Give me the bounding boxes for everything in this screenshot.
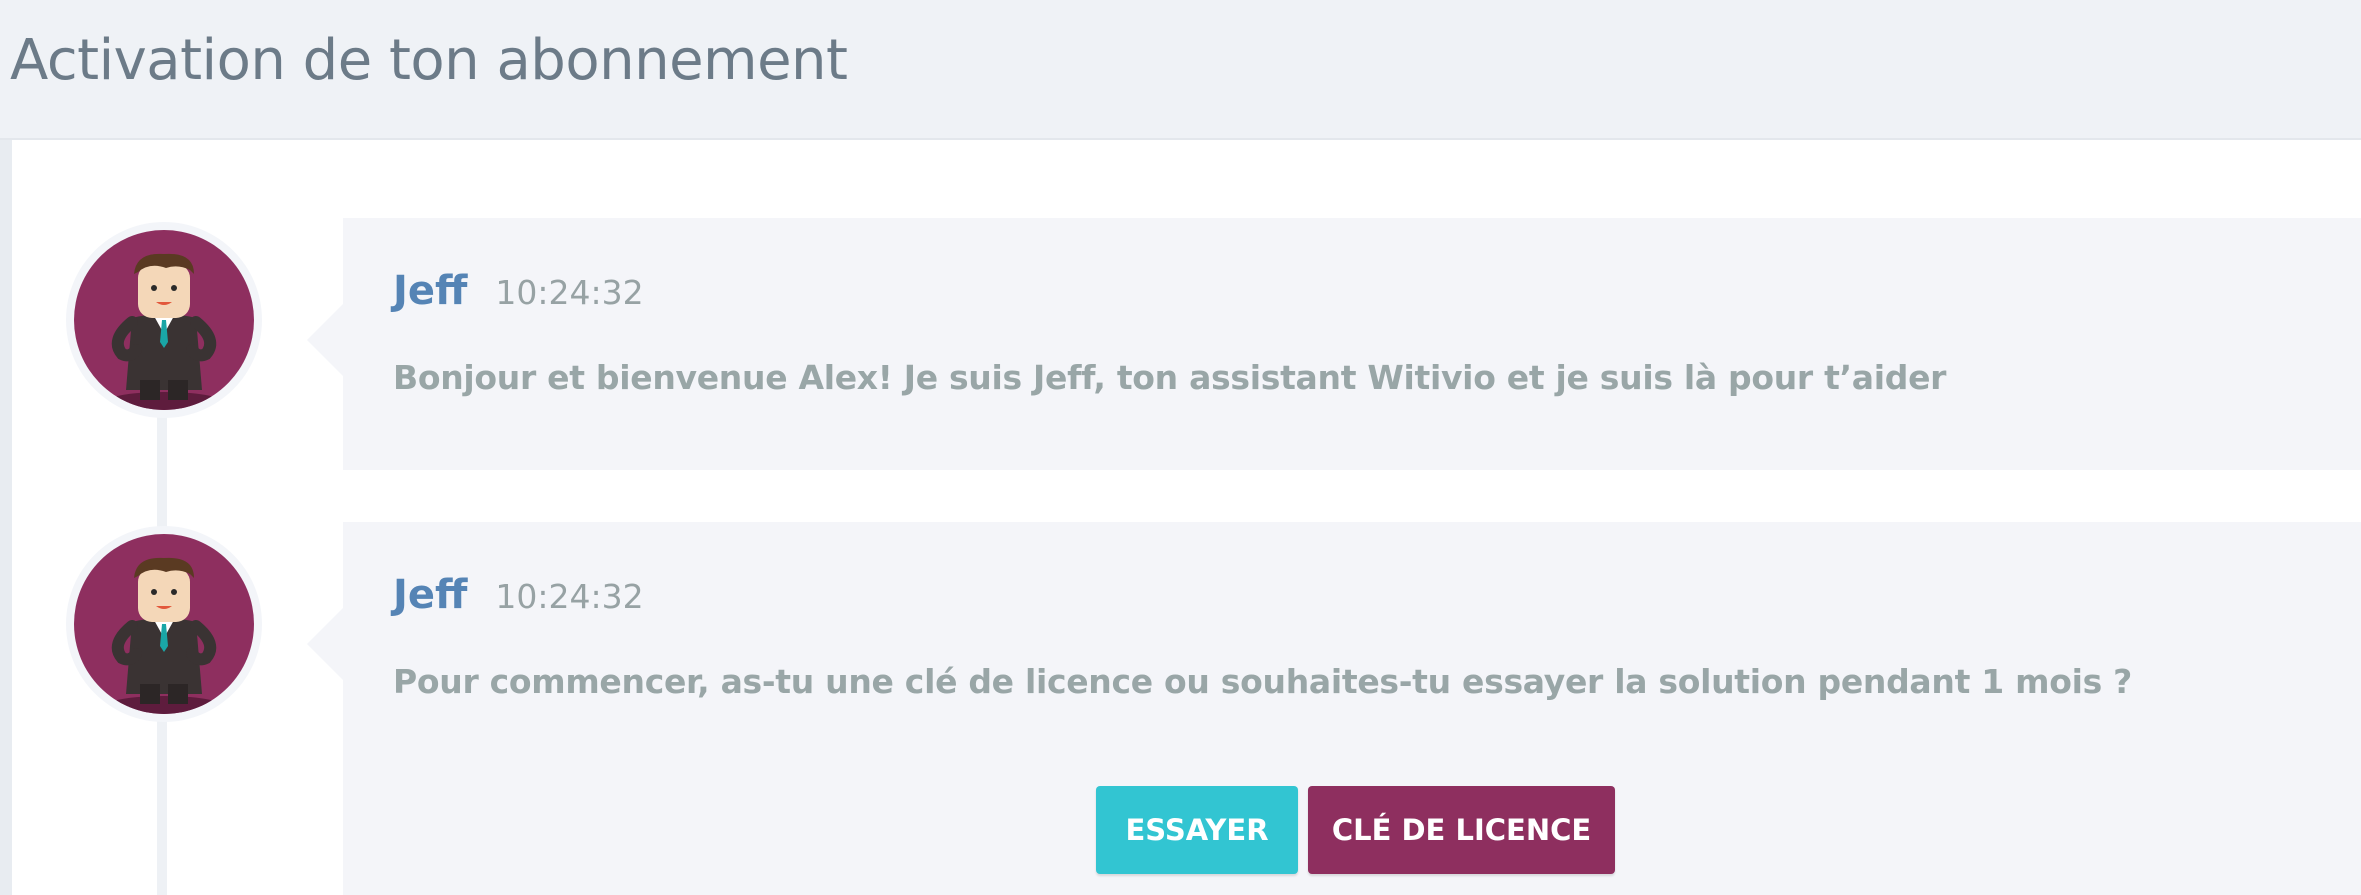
avatar	[66, 222, 262, 418]
message-actions: ESSAYER CLÉ DE LICENCE	[1096, 786, 1615, 874]
message-header: Jeff 10:24:32	[393, 268, 644, 314]
message-bubble: Jeff 10:24:32 Bonjour et bienvenue Alex! …	[307, 218, 2361, 470]
message-text: Bonjour et bienvenue Alex! Je suis Jeff,…	[393, 358, 1947, 397]
try-button[interactable]: ESSAYER	[1096, 786, 1298, 874]
message-bubble: Jeff 10:24:32 Pour commencer, as-tu une c…	[307, 522, 2361, 895]
message-time: 10:24:32	[495, 577, 644, 616]
message-text: Pour commencer, as-tu une clé de licence…	[393, 662, 2132, 701]
bubble-arrow	[307, 304, 343, 376]
license-key-button[interactable]: CLÉ DE LICENCE	[1308, 786, 1615, 874]
avatar	[66, 526, 262, 722]
message-author[interactable]: Jeff	[393, 268, 467, 314]
message-author[interactable]: Jeff	[393, 572, 467, 618]
page-header: Activation de ton abonnement	[0, 0, 2361, 140]
assistant-avatar-icon	[74, 230, 254, 410]
assistant-avatar-icon	[74, 534, 254, 714]
bubble-arrow	[307, 608, 343, 680]
page-title: Activation de ton abonnement	[10, 28, 848, 93]
left-rail-divider	[0, 140, 12, 895]
message-header: Jeff 10:24:32	[393, 572, 644, 618]
message-time: 10:24:32	[495, 273, 644, 312]
